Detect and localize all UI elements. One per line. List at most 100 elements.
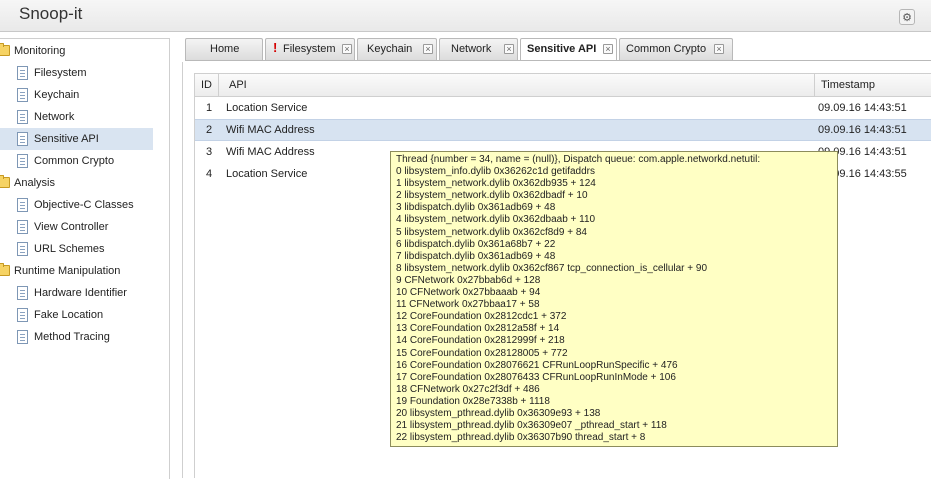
stack-trace-tooltip: Thread {number = 34, name = (null)}, Dis… [390,151,838,447]
document-icon [17,286,28,300]
folder-icon [0,43,10,56]
tooltip-line: 8 libsystem_network.dylib 0x362cf867 tcp… [396,262,708,274]
gear-icon[interactable]: ⚙ [899,9,915,25]
close-icon[interactable]: × [342,44,352,54]
sidebar-item-label: Filesystem [34,67,87,79]
sidebar-item-url-schemes[interactable]: URL Schemes [0,238,153,260]
sidebar: Monitoring Filesystem Keychain Network S… [0,38,170,479]
sidebar-item-label: Keychain [34,89,80,101]
sidebar-group-label: Monitoring [14,45,66,57]
column-header-api[interactable]: API [229,74,247,96]
tab-label: Keychain [367,43,413,55]
close-icon[interactable]: × [423,44,433,54]
sidebar-item-label: Network [34,111,75,123]
alert-icon: ! [273,40,278,55]
sidebar-item-method-tracing[interactable]: Method Tracing [0,326,153,348]
column-header-timestamp[interactable]: Timestamp [821,74,875,96]
sidebar-item-keychain[interactable]: Keychain [0,84,153,106]
tooltip-line: 17 CoreFoundation 0x28076433 CFRunLoopRu… [396,371,676,383]
sidebar-item-view-controller[interactable]: View Controller [0,216,153,238]
close-icon[interactable]: × [714,44,724,54]
tooltip-line: 12 CoreFoundation 0x2812cdc1 + 372 [396,311,567,323]
close-icon[interactable]: × [504,44,514,54]
sidebar-item-label: View Controller [34,221,109,233]
sidebar-item-fake-location[interactable]: Fake Location [0,304,153,326]
sidebar-item-common-crypto[interactable]: Common Crypto [0,150,153,172]
cell-api: Wifi MAC Address [226,146,315,158]
tooltip-line: 2 libsystem_network.dylib 0x362dbadf + 1… [396,190,588,202]
sidebar-group-label: Analysis [14,177,55,189]
tooltip-line: 18 CFNetwork 0x27c2f3df + 486 [396,383,540,395]
tooltip-line: 15 CoreFoundation 0x28128005 + 772 [396,347,568,359]
document-icon [17,242,28,256]
tooltip-line: 1 libsystem_network.dylib 0x362db935 + 1… [396,178,596,190]
tooltip-line: 22 libsystem_pthread.dylib 0x36307b90 th… [396,432,646,444]
table-row[interactable]: 1 Location Service 09.09.16 14:43:51 [195,97,931,119]
cell-id: 1 [206,102,213,114]
tab-label: Sensitive API [527,43,597,55]
tab-strip: Home ! Filesystem × Keychain × Network ×… [185,38,931,61]
app-title: Snoop-it [19,4,83,23]
tooltip-line: 21 libsystem_pthread.dylib 0x36309e07 _p… [396,420,667,432]
document-icon [17,154,28,168]
tab-divider [185,60,931,61]
tooltip-line: 4 libsystem_network.dylib 0x362dbaab + 1… [396,214,596,226]
tooltip-line: 10 CFNetwork 0x27bbaaab + 94 [396,287,541,299]
sidebar-item-filesystem[interactable]: Filesystem [0,62,153,84]
column-header-id[interactable]: ID [201,74,212,96]
folder-icon [0,175,10,188]
tooltip-line: 5 libsystem_network.dylib 0x362cf8d9 + 8… [396,226,587,238]
tooltip-line: 3 libdispatch.dylib 0x361adb69 + 48 [396,202,556,214]
column-divider [814,74,815,96]
document-icon [17,198,28,212]
close-icon[interactable]: × [603,44,613,54]
tooltip-line: 9 CFNetwork 0x27bbab6d + 128 [396,274,541,286]
tab-sensitive-api[interactable]: Sensitive API × [520,38,617,61]
cell-id: 4 [206,168,213,180]
folder-icon [0,263,10,276]
tab-common-crypto[interactable]: Common Crypto × [619,38,733,60]
tooltip-line: 19 Foundation 0x28e7338b + 1118 [396,395,550,407]
table-header: ID API Timestamp [195,74,931,97]
sidebar-item-network[interactable]: Network [0,106,153,128]
sidebar-item-label: Sensitive API [34,133,99,145]
cell-timestamp: 09.09.16 14:43:51 [818,124,907,136]
sidebar-item-label: Hardware Identifier [34,287,127,299]
sidebar-item-label: Fake Location [34,309,104,321]
document-icon [17,88,28,102]
sidebar-item-label: Common Crypto [34,155,115,167]
tab-keychain[interactable]: Keychain × [357,38,437,60]
tooltip-line: 7 libdispatch.dylib 0x361adb69 + 48 [396,250,556,262]
document-icon [17,66,28,80]
tab-home[interactable]: Home [185,38,263,60]
cell-api: Location Service [226,102,308,114]
tab-label: Network [451,43,492,55]
tooltip-line: Thread {number = 34, name = (null)}, Dis… [396,154,761,165]
document-icon [17,110,28,124]
sidebar-item-objective-c-classes[interactable]: Objective-C Classes [0,194,153,216]
cell-api: Location Service [226,168,308,180]
document-icon [17,220,28,234]
cell-id: 2 [206,124,213,136]
tooltip-line: 6 libdispatch.dylib 0x361a68b7 + 22 [396,238,556,250]
column-divider [218,74,219,96]
tooltip-line: 16 CoreFoundation 0x28076621 CFRunLoopRu… [396,359,678,371]
tooltip-line: 14 CoreFoundation 0x2812999f + 218 [396,335,565,347]
tab-label: Filesystem [283,43,336,55]
cell-api: Wifi MAC Address [226,124,315,136]
sidebar-item-label: Method Tracing [34,331,110,343]
table-row[interactable]: 2 Wifi MAC Address 09.09.16 14:43:51 [195,119,931,141]
tab-label: Home [210,43,240,55]
cell-id: 3 [206,146,213,158]
document-icon [17,330,28,344]
tooltip-line: 20 libsystem_pthread.dylib 0x36309e93 + … [396,407,601,419]
tab-label: Common Crypto [626,43,707,55]
sidebar-group-label: Runtime Manipulation [14,265,121,277]
sidebar-item-sensitive-api[interactable]: Sensitive API [0,128,153,150]
tooltip-line: 11 CFNetwork 0x27bbaa17 + 58 [396,299,540,311]
tab-network[interactable]: Network × [439,38,518,60]
document-icon [17,132,28,146]
sidebar-item-hardware-identifier[interactable]: Hardware Identifier [0,282,153,304]
title-bar: Snoop-it ⚙ [0,0,931,32]
tab-filesystem[interactable]: ! Filesystem × [265,38,355,60]
